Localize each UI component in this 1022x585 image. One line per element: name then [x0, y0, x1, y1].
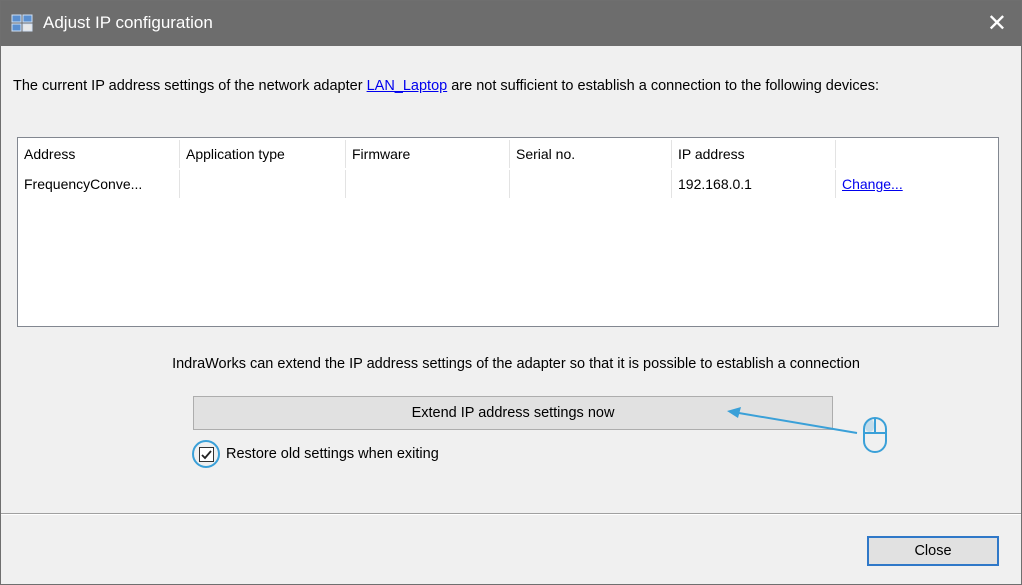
network-app-icon	[11, 14, 33, 32]
cell-firmware	[346, 170, 510, 198]
pointer-arrow-icon	[727, 407, 858, 434]
intro-text: The current IP address settings of the n…	[13, 77, 973, 96]
cell-application-type	[180, 170, 346, 198]
close-button[interactable]: Close	[867, 536, 999, 566]
restore-checkbox-highlight	[192, 440, 220, 468]
titlebar: Adjust IP configuration ✕	[1, 1, 1021, 46]
cell-serial-no	[510, 170, 672, 198]
cell-address: FrequencyConve...	[18, 170, 180, 198]
column-header-address[interactable]: Address	[18, 140, 180, 168]
mouse-icon	[863, 417, 887, 453]
window-title: Adjust IP configuration	[43, 13, 213, 32]
column-header-firmware[interactable]: Firmware	[346, 140, 510, 168]
dialog-window: Adjust IP configuration ✕ The current IP…	[0, 0, 1022, 585]
intro-text-after: are not sufficient to establish a connec…	[447, 78, 879, 94]
hint-text: IndraWorks can extend the IP address set…	[172, 356, 860, 372]
restore-checkbox-label[interactable]: Restore old settings when exiting	[226, 446, 439, 462]
restore-checkbox[interactable]	[199, 447, 214, 462]
column-header-action[interactable]	[836, 140, 998, 168]
cell-action: Change...	[836, 170, 998, 198]
checkmark-icon	[201, 450, 212, 460]
table-header: Address Application type Firmware Serial…	[18, 140, 998, 168]
column-header-serial-no[interactable]: Serial no.	[510, 140, 672, 168]
column-header-application-type[interactable]: Application type	[180, 140, 346, 168]
separator	[1, 513, 1021, 515]
intro-text-before: The current IP address settings of the n…	[13, 78, 367, 94]
adapter-link[interactable]: LAN_Laptop	[367, 78, 448, 94]
cell-ip-address: 192.168.0.1	[672, 170, 836, 198]
table-row[interactable]: FrequencyConve... 192.168.0.1 Change...	[18, 170, 998, 198]
close-icon[interactable]: ✕	[987, 9, 1007, 38]
column-header-ip-address[interactable]: IP address	[672, 140, 836, 168]
device-list[interactable]: Address Application type Firmware Serial…	[17, 137, 999, 327]
change-link[interactable]: Change...	[842, 176, 903, 192]
